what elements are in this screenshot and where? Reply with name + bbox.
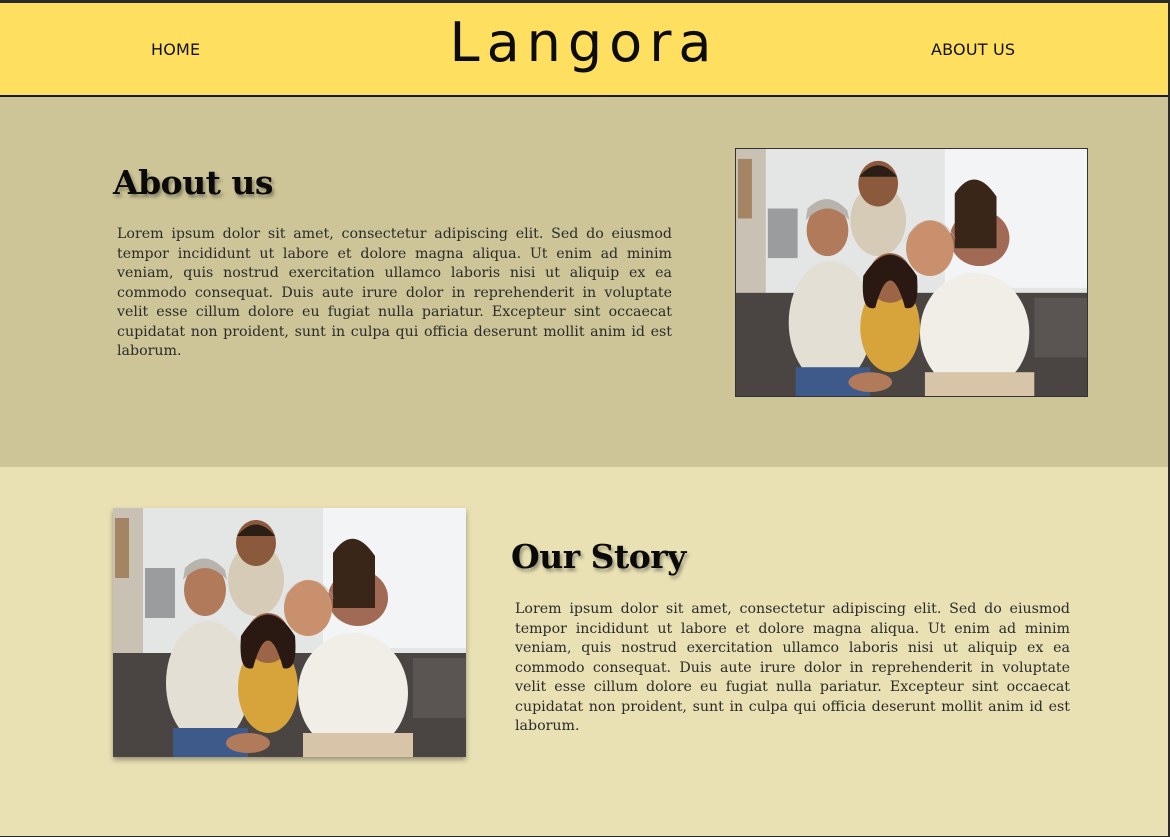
story-family-photo (113, 508, 466, 757)
about-heading: About us (113, 163, 274, 202)
about-paragraph: Lorem ipsum dolor sit amet, consectetur … (117, 226, 672, 359)
page-frame: HOME Langora ABOUT US About us Lorem ips… (0, 3, 1168, 836)
our-story-heading: Our Story (511, 537, 686, 576)
family-photo-illustration (736, 149, 1087, 396)
our-story-paragraph: Lorem ipsum dolor sit amet, consectetur … (515, 601, 1070, 734)
nav-about-us-link[interactable]: ABOUT US (931, 40, 1015, 59)
about-section: About us Lorem ipsum dolor sit amet, con… (0, 97, 1168, 467)
family-photo-illustration (113, 508, 466, 757)
site-header: HOME Langora ABOUT US (0, 3, 1168, 97)
about-family-photo (735, 148, 1088, 397)
our-story-section: Our Story Lorem ipsum dolor sit amet, co… (0, 467, 1168, 836)
